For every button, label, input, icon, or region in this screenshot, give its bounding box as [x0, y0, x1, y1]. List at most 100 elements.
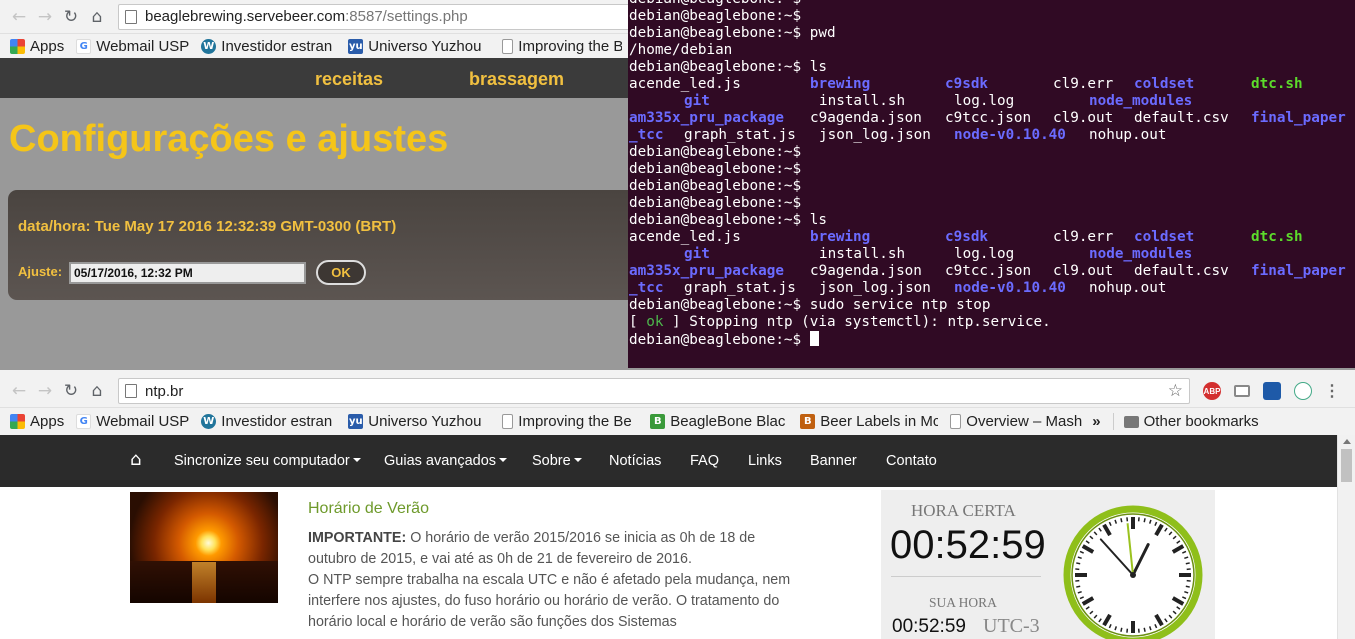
nav-contact[interactable]: Contato — [886, 453, 937, 469]
bookmark-label: Universo Yuzhou — [368, 413, 482, 430]
google-icon: G — [76, 414, 92, 429]
bookmark-improving[interactable]: Improving the Be — [502, 413, 638, 430]
bookmark-label: BeagleBone Blac — [670, 413, 786, 430]
nav-guides[interactable]: Guias avançados — [384, 453, 508, 469]
bookmark-universo[interactable]: yu Universo Yuzhou — [348, 38, 488, 55]
pocket-icon[interactable] — [1294, 382, 1312, 400]
home-icon[interactable]: ⌂ — [130, 449, 141, 470]
nav-news[interactable]: Notícias — [609, 453, 661, 469]
page-icon — [125, 384, 137, 398]
bookmark-improving[interactable]: Improving the B — [502, 38, 622, 55]
datetime-input[interactable]: 05/17/2016, 12:32 PM — [69, 262, 306, 284]
important-label: IMPORTANTE: — [308, 530, 407, 546]
sun-reflection — [192, 562, 216, 603]
utc-offset: UTC-3 — [983, 615, 1040, 637]
nav-banner[interactable]: Banner — [810, 453, 857, 469]
beaglebone-icon: B — [650, 414, 666, 429]
beagle-navbar: receitas brassagem — [0, 58, 628, 98]
terminal-line: debian@beaglebone:~$ — [629, 195, 802, 211]
folder-icon — [1123, 415, 1139, 428]
sua-hora-label: SUA HORA — [929, 595, 997, 610]
clock-center — [1130, 572, 1136, 578]
home-icon[interactable]: ⌂ — [84, 4, 110, 30]
page-scrollbar[interactable] — [1337, 435, 1355, 639]
apps-grid-icon — [10, 38, 25, 54]
extension-icon[interactable] — [1263, 382, 1281, 400]
apps-grid-icon — [10, 414, 25, 429]
back-arrow-icon[interactable]: ← — [6, 4, 32, 30]
reload-icon[interactable]: ↻ — [58, 4, 84, 30]
terminal-window[interactable]: debian@beaglebone:~$ debian@beaglebone:~… — [628, 0, 1355, 368]
nav-faq[interactable]: FAQ — [690, 453, 719, 469]
terminal-line: debian@beaglebone:~$ — [629, 8, 802, 24]
bookmark-label: Other bookmarks — [1143, 413, 1259, 430]
bottom-browser-window: ← → ↻ ⌂ ntp.br ☆ ABP ⋮ Apps G Webmail US… — [0, 370, 1355, 639]
wordpress-icon: W — [201, 414, 217, 429]
reload-icon[interactable]: ↻ — [58, 378, 84, 404]
nav-links[interactable]: Links — [748, 453, 782, 469]
wordpress-icon: W — [201, 38, 217, 54]
beer-icon: B — [800, 414, 816, 429]
terminal-line: debian@beaglebone:~$ — [629, 161, 802, 177]
other-bookmarks[interactable]: Other bookmarks — [1112, 413, 1259, 430]
address-bar[interactable]: beaglebrewing.servebeer.com:8587/setting… — [118, 3, 638, 30]
article-body: IMPORTANTE: O horário de verão 2015/2016… — [308, 528, 798, 633]
clock-minute-tick — [1143, 518, 1146, 523]
bookmark-overview-mash[interactable]: Overview – Mash — [950, 413, 1086, 430]
bookmark-beaglebone[interactable]: B BeagleBone Blac — [650, 413, 788, 430]
clock-minute-tick — [1143, 627, 1146, 632]
star-icon[interactable]: ☆ — [1168, 381, 1183, 401]
bookmark-apps[interactable]: Apps — [10, 413, 64, 430]
forward-arrow-icon[interactable]: → — [32, 4, 58, 30]
sua-hora-time: 00:52:59 — [892, 616, 966, 637]
analog-clock-icon — [1063, 505, 1203, 639]
settings-page: receitas brassagem Configurações e ajust… — [0, 58, 648, 370]
bookmark-label: Webmail USP — [96, 413, 190, 430]
chevron-down-icon — [352, 458, 361, 462]
datetime-label: data/hora: Tue May 17 2016 12:32:39 GMT-… — [18, 218, 397, 235]
clock-minute-tick — [1076, 562, 1081, 565]
cast-icon[interactable] — [1234, 385, 1250, 397]
nav-sync[interactable]: Sincronize seu computador — [174, 453, 361, 469]
scroll-thumb[interactable] — [1341, 449, 1352, 482]
clock-minute-tick — [1120, 518, 1123, 523]
adblock-icon[interactable]: ABP — [1203, 382, 1221, 400]
clock-minute-tick — [1076, 585, 1081, 588]
article-title[interactable]: Horário de Verão — [308, 500, 429, 518]
adjust-label: Ajuste: — [18, 264, 63, 279]
bookmark-webmail[interactable]: G Webmail USP — [76, 38, 189, 55]
terminal-line: debian@beaglebone:~$ ls — [629, 59, 827, 75]
hora-certa-label: HORA CERTA — [911, 501, 1016, 520]
terminal-line: debian@beaglebone:~$ — [629, 331, 1355, 348]
bookmark-apps[interactable]: Apps — [10, 38, 64, 55]
nav-about[interactable]: Sobre — [532, 453, 582, 469]
article-paragraph-2: O NTP sempre trabalha na escala UTC e nã… — [308, 572, 791, 630]
chevron-down-icon — [573, 458, 582, 462]
google-icon: G — [76, 38, 92, 54]
bookmark-label: Universo Yuzhou — [368, 37, 482, 55]
bookmark-label: Improving the B — [518, 37, 623, 55]
ls-output-1: acende_led.js brewing c9sdk cl9.err coldset d… — [629, 76, 1346, 143]
clock-minute-tick — [1185, 585, 1190, 588]
bookmarks-overflow-chevron[interactable]: » — [1092, 413, 1100, 430]
back-arrow-icon[interactable]: ← — [6, 378, 32, 404]
forward-arrow-icon[interactable]: → — [32, 378, 58, 404]
menu-dots-icon[interactable]: ⋮ — [1324, 381, 1340, 401]
bookmark-investidor[interactable]: W Investidor estran — [201, 38, 336, 55]
url-path: :8587/settings.php — [345, 8, 468, 25]
bookmark-webmail[interactable]: G Webmail USP — [76, 413, 189, 430]
ok-button[interactable]: OK — [316, 260, 366, 285]
terminal-cursor — [809, 331, 819, 346]
page-icon — [502, 38, 514, 54]
address-bar[interactable]: ntp.br ☆ — [118, 378, 1190, 404]
home-icon[interactable]: ⌂ — [84, 378, 110, 404]
bookmark-label: Apps — [30, 413, 65, 430]
scroll-up-icon[interactable] — [1343, 439, 1351, 444]
bookmark-beer-labels[interactable]: B Beer Labels in Mc — [800, 413, 938, 430]
nav-brassagem[interactable]: brassagem — [469, 69, 564, 90]
bookmark-universo[interactable]: yu Universo Yuzhou — [348, 413, 488, 430]
bookmark-investidor[interactable]: W Investidor estran — [201, 413, 336, 430]
nav-receitas[interactable]: receitas — [315, 69, 383, 90]
bookmark-label: Investidor estran — [221, 413, 333, 430]
bookmark-label: Webmail USP — [96, 37, 190, 55]
